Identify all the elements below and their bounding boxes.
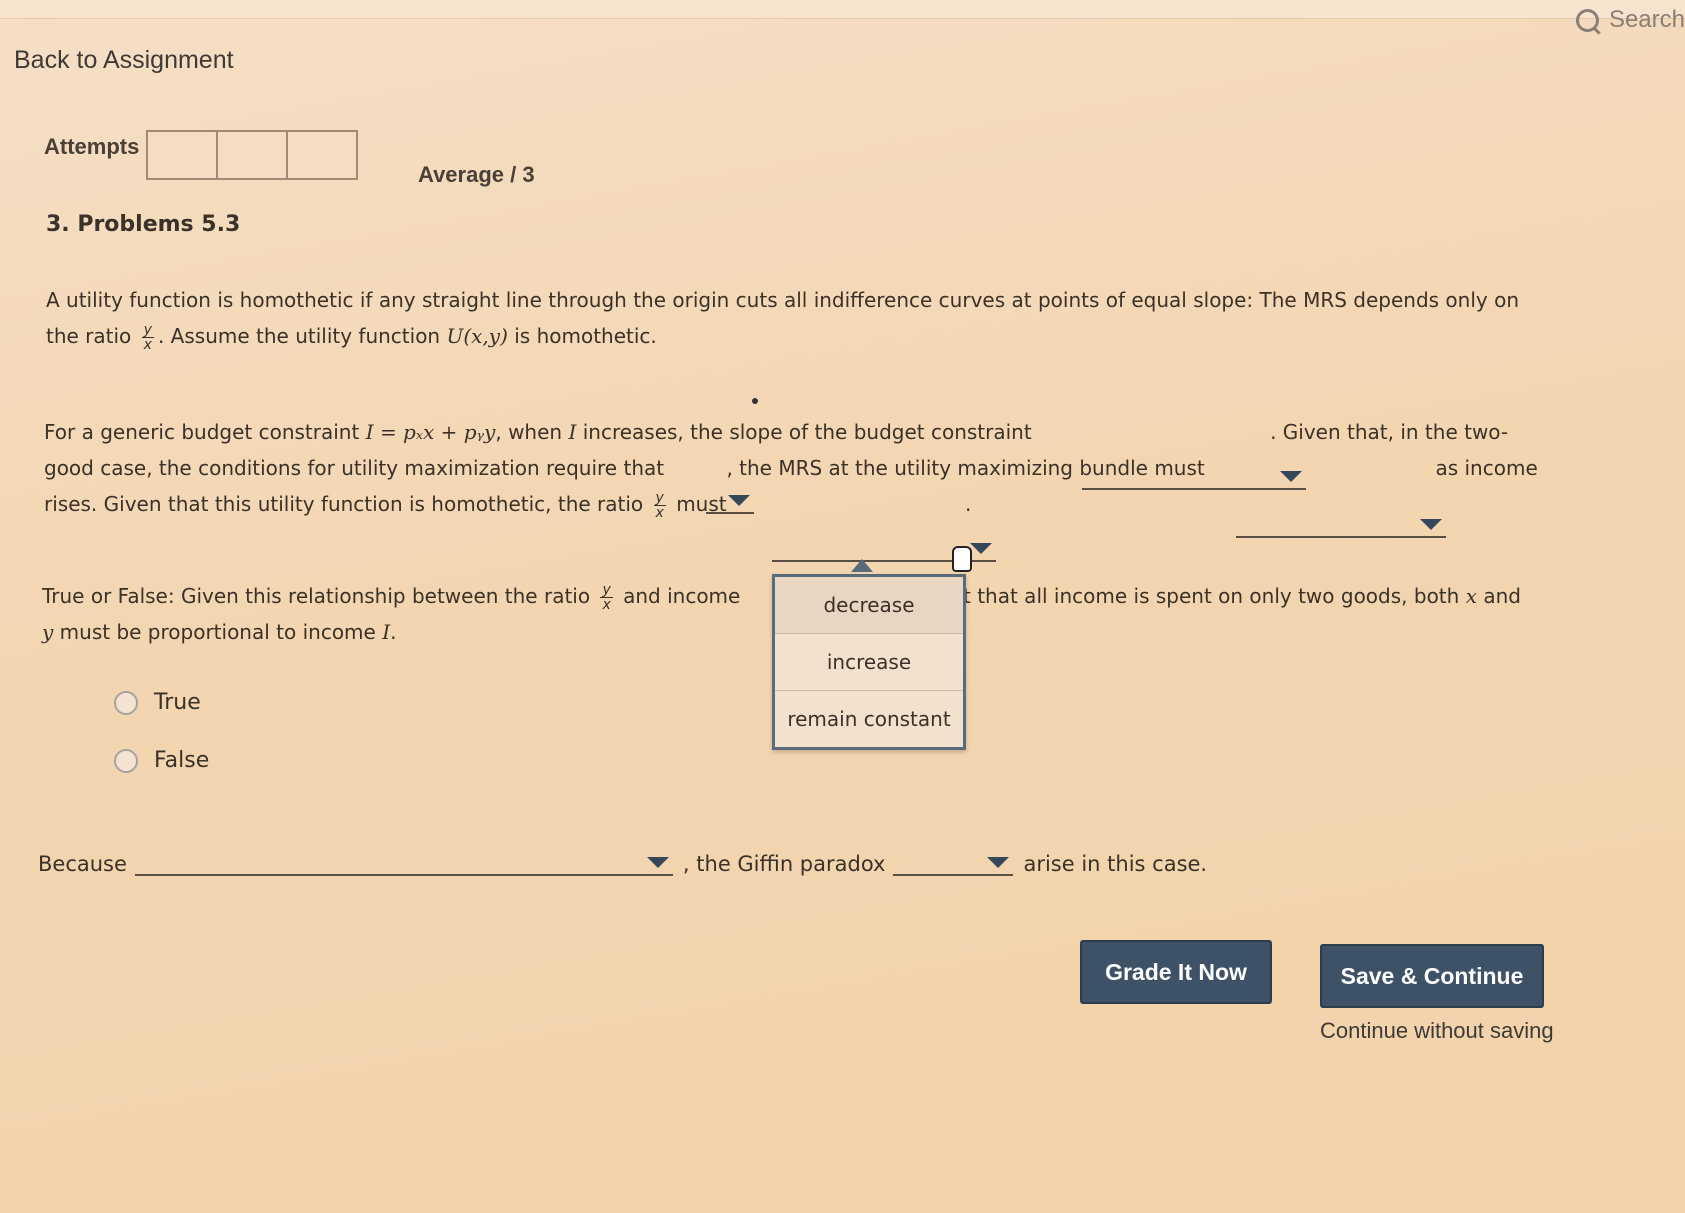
because-row: Because , the Giffin paradox arise in th… <box>38 850 1207 876</box>
ratio-fraction: yx <box>653 490 666 521</box>
grade-it-now-button[interactable]: Grade It Now <box>1080 940 1272 1004</box>
continue-without-saving-link[interactable]: Continue without saving <box>1320 1018 1554 1044</box>
x-variable: x <box>1465 584 1477 608</box>
because-dropdown[interactable] <box>134 850 673 876</box>
chevron-down-icon[interactable] <box>1420 519 1442 530</box>
attempt-box <box>286 130 358 180</box>
search-label: Search <box>1608 6 1685 33</box>
attempt-box <box>146 130 218 180</box>
back-to-assignment-link[interactable]: Back to Assignment <box>14 46 234 75</box>
ratio-fraction: yx <box>600 582 613 613</box>
income-variable: I <box>568 420 577 444</box>
budget-equation: I = pₓx + pᵧy <box>365 420 496 444</box>
budget-text: , when <box>495 420 563 444</box>
option-decrease[interactable]: decrease <box>775 577 963 634</box>
tf-text: . <box>390 620 397 644</box>
save-and-continue-button[interactable]: Save & Continue <box>1320 944 1544 1008</box>
question-title: 3. Problems 5.3 <box>46 212 241 237</box>
slope-dropdown[interactable] <box>1082 464 1306 490</box>
top-bar <box>0 0 1685 19</box>
average-score: Average / 3 <box>418 162 535 187</box>
stray-dot <box>752 398 758 404</box>
radio-circle-icon[interactable] <box>114 748 138 773</box>
option-remain-constant[interactable]: remain constant <box>775 691 963 747</box>
option-increase[interactable]: increase <box>775 634 963 691</box>
fraction-denominator: x <box>143 337 152 353</box>
budget-text: increases, the slope of the budget const… <box>582 420 1032 444</box>
hand-cursor-icon <box>952 546 972 572</box>
budget-text: . <box>964 492 972 516</box>
mrs-dropdown[interactable] <box>1236 512 1446 538</box>
ratio-fraction: yx <box>141 322 154 353</box>
condition-dropdown[interactable] <box>706 488 754 514</box>
budget-paragraph: For a generic budget constraint I = pₓx … <box>44 414 1554 522</box>
giffin-label: , the Giffin paradox <box>682 852 886 876</box>
tf-text: and <box>1483 584 1521 608</box>
radio-true-label: True <box>154 690 201 715</box>
income-variable: I <box>382 620 391 644</box>
chevron-down-icon[interactable] <box>1280 471 1302 482</box>
chevron-down-icon[interactable] <box>987 857 1010 868</box>
because-label: Because <box>38 852 127 876</box>
tf-text: must be proportional to income <box>59 620 376 644</box>
arise-label: arise in this case. <box>1023 852 1208 876</box>
intro-text: . Assume the utility function <box>157 324 441 348</box>
tf-text: True or False: Given this relationship b… <box>42 584 591 608</box>
attempt-box <box>216 130 288 180</box>
budget-text: For a generic budget constraint <box>44 420 360 444</box>
fraction-numerator: y <box>600 582 613 598</box>
search-icon[interactable] <box>1575 8 1599 32</box>
radio-true[interactable]: True <box>114 690 201 715</box>
tf-text: fact that all income is spent on only tw… <box>932 584 1460 608</box>
chevron-down-icon[interactable] <box>970 543 992 554</box>
tf-text: and income <box>623 584 741 608</box>
y-variable: y <box>42 620 54 644</box>
radio-false[interactable]: False <box>114 748 209 773</box>
radio-false-label: False <box>154 748 210 773</box>
fraction-denominator: x <box>602 597 611 613</box>
attempt-boxes <box>146 130 358 180</box>
radio-circle-icon[interactable] <box>114 690 138 715</box>
listbox-caret <box>851 559 873 572</box>
intro-text: is homothetic. <box>514 324 657 348</box>
intro-paragraph: A utility function is homothetic if any … <box>46 282 1546 354</box>
fraction-denominator: x <box>655 505 664 521</box>
giffin-dropdown[interactable] <box>893 850 1014 876</box>
ratio-options-listbox[interactable]: decrease increase remain constant <box>772 574 966 750</box>
chevron-down-icon[interactable] <box>646 857 669 868</box>
fraction-numerator: y <box>141 322 154 338</box>
search-box[interactable]: Search <box>1575 6 1685 34</box>
fraction-numerator: y <box>653 490 666 506</box>
attempts-label: Attempts <box>44 134 140 159</box>
chevron-down-icon[interactable] <box>728 495 750 506</box>
utility-function: U(x,y) <box>446 324 508 348</box>
